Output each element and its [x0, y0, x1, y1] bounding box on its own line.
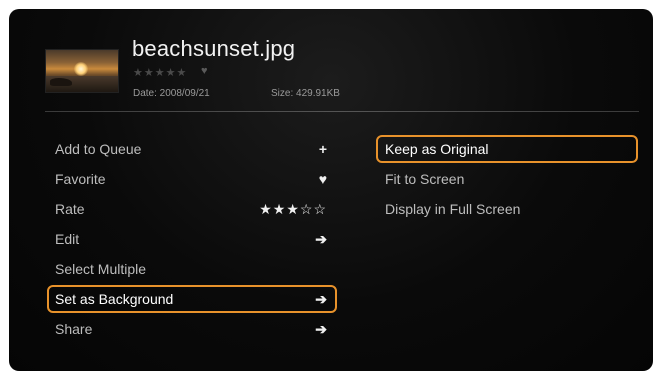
rating-stars-header: ★★★★★ [133, 67, 188, 79]
menu-item-label: Favorite [55, 171, 106, 187]
header-divider [45, 111, 639, 112]
rating-stars-icon[interactable]: ★★★☆☆ [259, 197, 327, 221]
file-title: beachsunset.jpg [132, 36, 296, 61]
menu-item-label: Share [55, 321, 93, 337]
menu-item-share[interactable]: Share ➔ [47, 315, 337, 343]
menu-item-favorite[interactable]: Favorite ♥ [47, 165, 337, 193]
submenu-item-display-full-screen[interactable]: Display in Full Screen [376, 195, 638, 223]
menu-item-label: Add to Queue [55, 141, 142, 157]
menu-item-label: Set as Background [55, 291, 174, 307]
menu-item-add-to-queue[interactable]: Add to Queue + [47, 135, 337, 163]
plus-icon: + [318, 141, 327, 157]
photo-options-screen: beachsunset.jpg ★★★★★ ♥ Date: 2008/09/21… [9, 9, 653, 371]
arrow-right-icon: ➔ [315, 230, 327, 247]
photo-thumbnail [45, 49, 119, 93]
menu-item-label: Edit [55, 231, 80, 247]
menu-item-edit[interactable]: Edit ➔ [47, 225, 337, 253]
menu-item-select-multiple[interactable]: Select Multiple [47, 255, 337, 283]
submenu-item-fit-to-screen[interactable]: Fit to Screen [376, 165, 638, 193]
file-date: Date: 2008/09/21 [133, 88, 210, 99]
menu-item-set-as-background[interactable]: Set as Background ➔ [47, 285, 337, 313]
arrow-right-icon: ➔ [315, 320, 327, 337]
menu-item-rate[interactable]: Rate ★★★☆☆ [47, 195, 337, 223]
submenu-item-label: Display in Full Screen [385, 201, 521, 217]
favorite-heart-icon: ♥ [201, 65, 208, 77]
thumbnail-rock [50, 78, 72, 86]
submenu-item-label: Keep as Original [385, 141, 489, 157]
menu-item-label: Select Multiple [55, 261, 147, 277]
arrow-right-icon: ➔ [315, 290, 327, 307]
thumbnail-sun [74, 62, 88, 76]
file-size: Size: 429.91KB [271, 88, 340, 99]
submenu-item-keep-as-original[interactable]: Keep as Original [376, 135, 638, 163]
submenu-item-label: Fit to Screen [385, 171, 465, 187]
heart-icon: ♥ [318, 171, 327, 187]
